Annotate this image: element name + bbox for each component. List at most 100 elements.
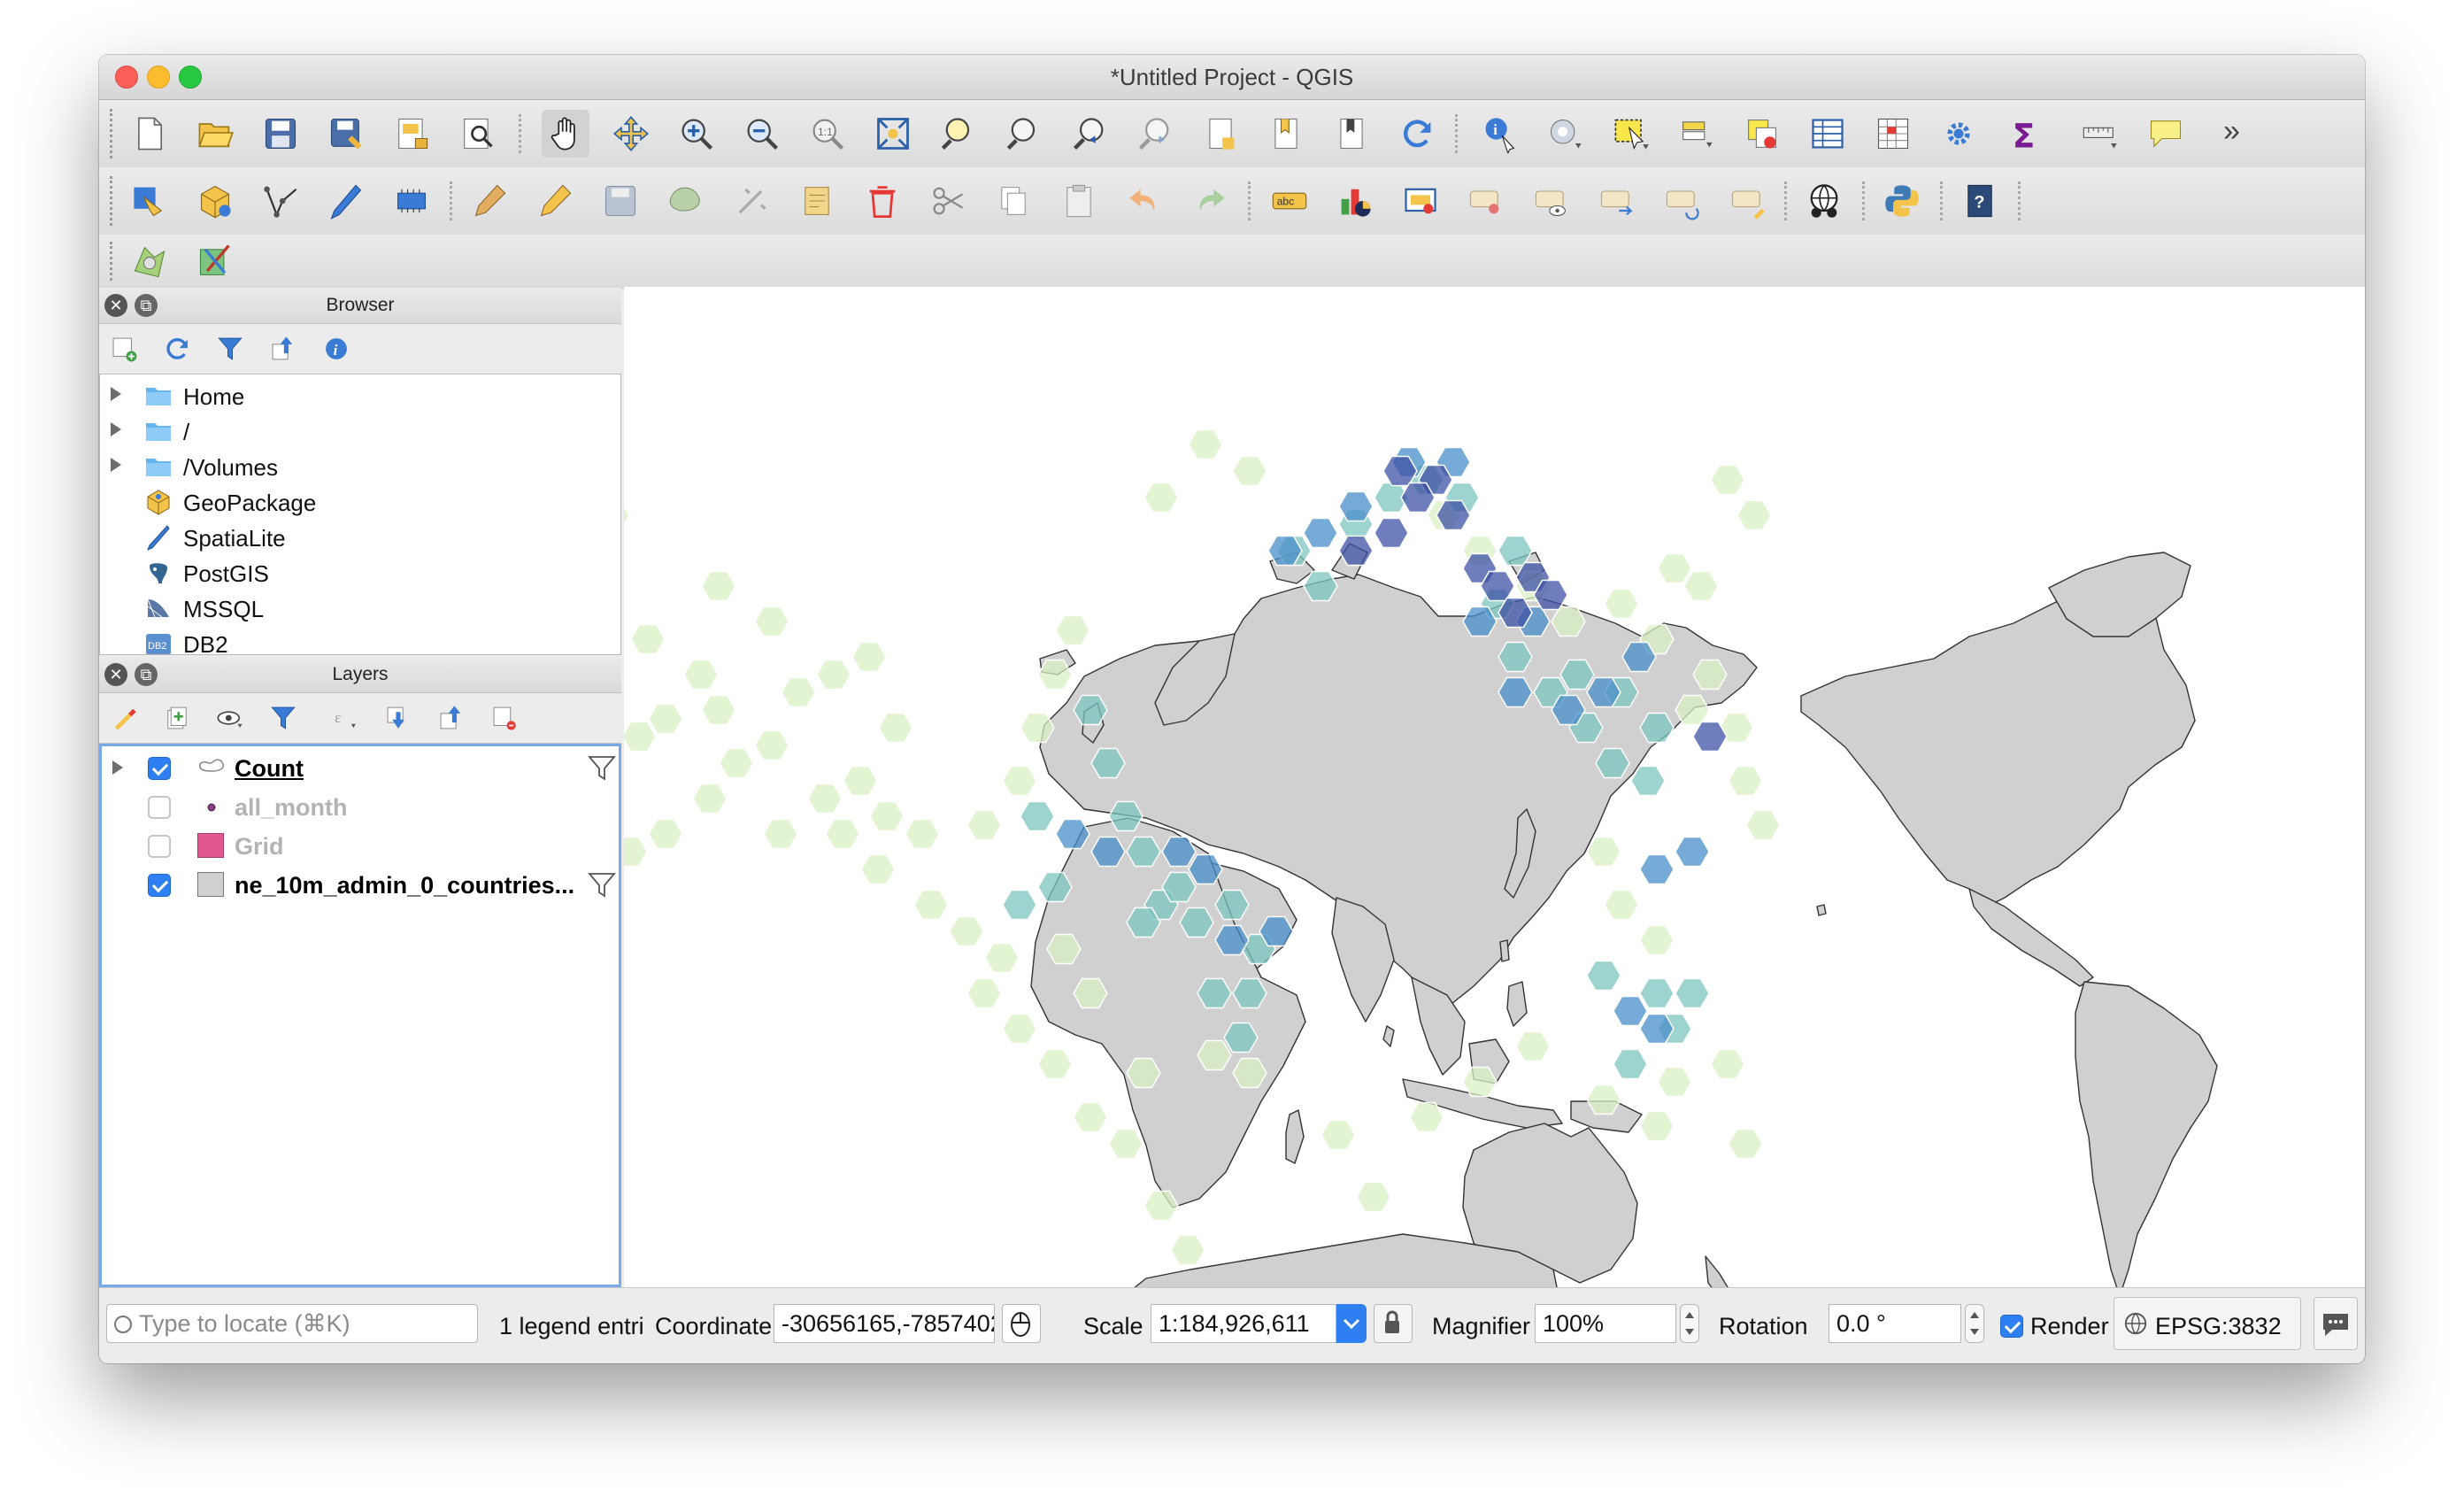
node-tool-icon[interactable] — [793, 177, 841, 225]
undo-icon[interactable] — [1120, 177, 1168, 225]
new-project-icon[interactable] — [126, 110, 173, 158]
add-selected-layers-icon[interactable] — [106, 331, 142, 367]
show-bookmarks-icon[interactable] — [1262, 110, 1310, 158]
filter-legend-icon[interactable] — [266, 700, 301, 736]
measure-icon[interactable] — [2076, 110, 2124, 158]
label-change-icon[interactable] — [1724, 177, 1772, 225]
toolbar-grip[interactable] — [110, 176, 116, 226]
modify-attributes-icon[interactable] — [728, 177, 775, 225]
layer-visibility-checkbox[interactable] — [148, 874, 171, 897]
map-canvas[interactable] — [624, 287, 2365, 1287]
scale-dropdown-button[interactable] — [1336, 1304, 1367, 1343]
refresh-icon[interactable] — [1393, 110, 1441, 158]
collapse-all-icon[interactable] — [434, 700, 469, 736]
save-project-icon[interactable] — [257, 110, 304, 158]
filter-expression-icon[interactable]: ε — [327, 700, 363, 736]
sum-statistics-icon[interactable]: Σ — [2000, 110, 2048, 158]
label-show-icon[interactable] — [1528, 177, 1575, 225]
open-attribute-table-icon[interactable] — [1804, 110, 1852, 158]
collapse-all-icon[interactable] — [266, 331, 301, 367]
properties-info-icon[interactable]: i — [319, 331, 354, 367]
expand-all-icon[interactable] — [381, 700, 416, 736]
georeferencer-icon[interactable] — [191, 237, 239, 285]
locate-search-input[interactable]: Type to locate (⌘K) — [106, 1304, 478, 1343]
layout-manager-icon[interactable] — [453, 110, 501, 158]
zoom-next-icon[interactable] — [1131, 110, 1179, 158]
rotation-field[interactable]: 0.0 ° — [1829, 1304, 1961, 1343]
layer-visibility-checkbox[interactable] — [148, 796, 171, 819]
layer-visibility-checkbox[interactable] — [148, 757, 171, 780]
filter-icon[interactable] — [587, 753, 617, 783]
toolbar-overflow-button[interactable]: » — [2223, 114, 2240, 149]
statistics-icon[interactable] — [1869, 110, 1917, 158]
pencil-icon[interactable] — [531, 177, 579, 225]
filter-browser-icon[interactable] — [212, 331, 248, 367]
identify-icon[interactable]: i — [1476, 110, 1524, 158]
remove-layer-icon[interactable] — [487, 700, 522, 736]
add-feature-icon[interactable] — [322, 177, 370, 225]
edit-pencil-icon[interactable] — [466, 177, 513, 225]
crs-button[interactable]: EPSG:3832 — [2114, 1297, 2301, 1350]
layer-grid[interactable]: Grid — [102, 828, 619, 865]
help-icon[interactable]: ? — [1956, 177, 2004, 225]
python-console-icon[interactable] — [1878, 177, 1926, 225]
zoom-actual-size-icon[interactable]: 1:1 — [804, 110, 851, 158]
add-group-icon[interactable] — [159, 700, 195, 736]
add-polygon-icon[interactable] — [662, 177, 710, 225]
browser-item-root[interactable]: / — [100, 413, 613, 449]
redo-icon[interactable] — [1186, 177, 1234, 225]
pan-to-selection-icon[interactable] — [607, 110, 655, 158]
open-project-icon[interactable] — [191, 110, 239, 158]
refresh-browser-icon[interactable] — [159, 331, 195, 367]
world-map[interactable] — [624, 287, 2365, 1287]
label-abc-icon[interactable]: abc — [1266, 177, 1313, 225]
spatial-bookmark-icon[interactable] — [1328, 110, 1375, 158]
run-action-icon[interactable] — [1542, 110, 1590, 158]
zoom-last-icon[interactable] — [1066, 110, 1113, 158]
zoom-in-icon[interactable] — [673, 110, 720, 158]
paste-features-icon[interactable] — [1055, 177, 1103, 225]
delete-selected-icon[interactable] — [859, 177, 906, 225]
layer-visibility-checkbox[interactable] — [148, 835, 171, 858]
cut-features-icon[interactable] — [924, 177, 972, 225]
label-pin-icon[interactable] — [1397, 177, 1444, 225]
diagram-icon[interactable] — [1331, 177, 1379, 225]
browser-item-db2[interactable]: DB2 DB2 — [100, 626, 613, 654]
toolbar-grip[interactable] — [110, 242, 116, 281]
zoom-to-layer-icon[interactable] — [1000, 110, 1048, 158]
map-tips-icon[interactable] — [2142, 110, 2190, 158]
magnifier-field[interactable]: 100% — [1535, 1304, 1676, 1343]
zoom-out-icon[interactable] — [738, 110, 786, 158]
zoom-full-icon[interactable] — [869, 110, 917, 158]
rotation-stepper[interactable] — [1965, 1304, 1984, 1343]
layer-all-month[interactable]: all_month — [102, 789, 619, 826]
copy-features-icon[interactable] — [989, 177, 1037, 225]
toggle-extents-button[interactable] — [1002, 1304, 1041, 1343]
scale-field[interactable]: 1:184,926,611 — [1151, 1304, 1336, 1343]
toggle-editing-icon[interactable] — [191, 177, 239, 225]
print-layout-icon[interactable] — [388, 110, 435, 158]
layer-countries[interactable]: ne_10m_admin_0_countries... — [102, 867, 619, 904]
layer-count[interactable]: Count — [102, 750, 619, 787]
label-move-icon[interactable] — [1593, 177, 1641, 225]
attribute-table-tool-icon[interactable] — [1673, 110, 1721, 158]
browser-item-volumes[interactable]: /Volumes — [100, 449, 613, 484]
magnifier-stepper[interactable] — [1680, 1304, 1699, 1343]
lock-scale-button[interactable] — [1374, 1304, 1413, 1343]
digitize-icon[interactable] — [257, 177, 304, 225]
expand-arrow-icon[interactable] — [111, 387, 121, 401]
deselect-icon[interactable] — [1738, 110, 1786, 158]
vertex-tool-icon[interactable] — [388, 177, 435, 225]
browser-item-spatialite[interactable]: SpatiaLite — [100, 520, 613, 555]
label-rotate-icon[interactable] — [1659, 177, 1706, 225]
browser-item-geopackage[interactable]: GeoPackage — [100, 484, 613, 520]
render-checkbox[interactable] — [2000, 1315, 2023, 1338]
new-bookmark-icon[interactable] — [1197, 110, 1244, 158]
save-as-icon[interactable] — [322, 110, 370, 158]
expand-arrow-icon[interactable] — [111, 458, 121, 472]
select-features-icon[interactable] — [1607, 110, 1655, 158]
visibility-icon[interactable] — [212, 700, 248, 736]
browser-item-postgis[interactable]: PostGIS — [100, 555, 613, 590]
browser-item-mssql[interactable]: MSSQL — [100, 590, 613, 626]
filter-icon[interactable] — [587, 870, 617, 900]
